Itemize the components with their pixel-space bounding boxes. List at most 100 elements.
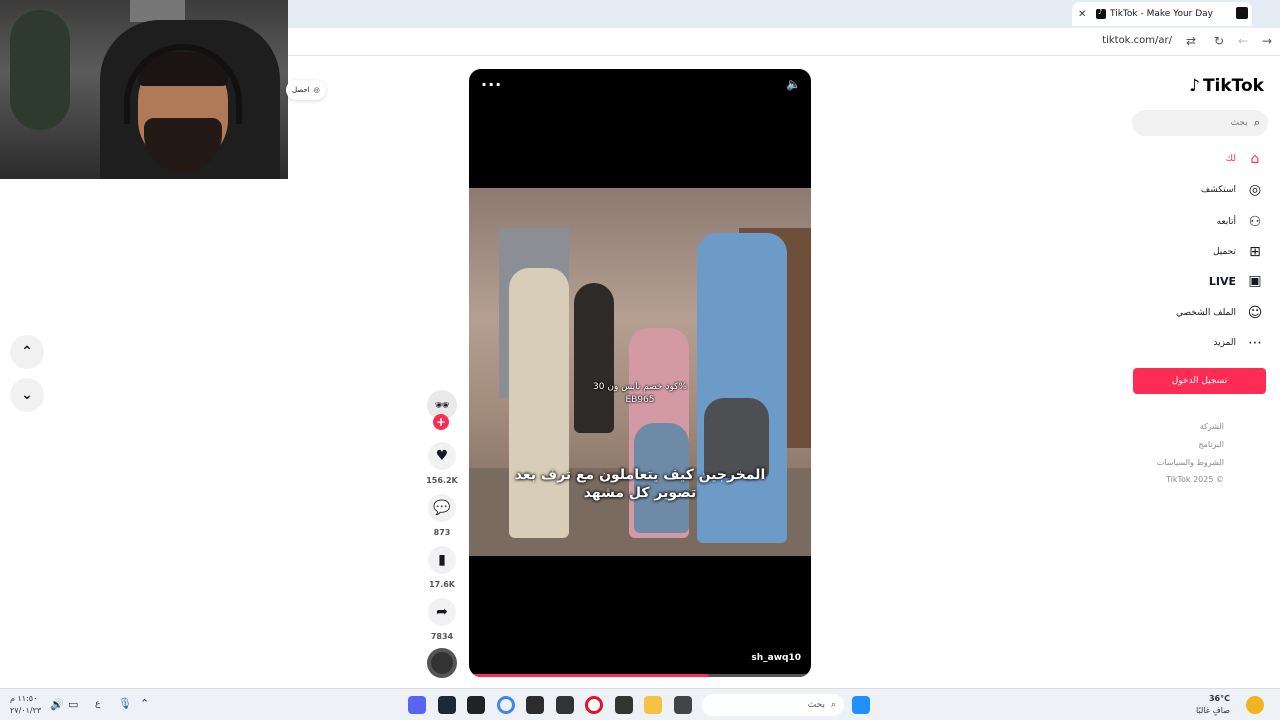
reload-icon[interactable]: ↻ bbox=[1214, 34, 1224, 48]
footer-terms-link[interactable]: الشروط والسياسات bbox=[1157, 458, 1224, 467]
sidebar-item-more[interactable]: ⋯ المزيد bbox=[1134, 332, 1264, 354]
more-icon: ⋯ bbox=[1248, 335, 1262, 351]
capcut-icon[interactable] bbox=[556, 696, 574, 714]
background-plant bbox=[10, 10, 70, 130]
share-icon: ➦ bbox=[436, 604, 448, 620]
sidebar-item-profile[interactable]: ☺ الملف الشخصي bbox=[1134, 302, 1264, 324]
promo-code-line1: كود خصم نايس ون 30% bbox=[593, 382, 687, 392]
clock-date[interactable]: ٢٧/٠١/٢٣ bbox=[10, 706, 41, 715]
taskbar-search[interactable]: بحث ⌕ bbox=[702, 694, 844, 716]
tiktok-favicon-icon bbox=[1096, 8, 1106, 19]
tiktok-logo[interactable]: ♪ TikTok bbox=[1189, 76, 1264, 96]
sidebar-item-for-you[interactable]: ⌂ لك bbox=[1134, 148, 1264, 170]
save-button[interactable]: ▮ bbox=[428, 546, 456, 574]
footer-copyright: © TikTok 2025 bbox=[1166, 475, 1224, 484]
volume-icon[interactable]: 🔈 bbox=[786, 77, 801, 91]
like-button[interactable]: ♥ bbox=[428, 442, 456, 470]
compass-small-icon: ◎ bbox=[313, 86, 320, 94]
search-icon[interactable]: ⌕ bbox=[1254, 116, 1260, 130]
site-settings-icon[interactable]: ⇄ bbox=[1186, 34, 1196, 48]
video-player[interactable]: ··· 🔈 كود خصم نايس ون 30% EB965 المخرجين… bbox=[469, 69, 811, 677]
sidebar-item-label: تحميل bbox=[1212, 247, 1236, 257]
comment-button[interactable]: 💬 bbox=[428, 494, 456, 522]
profile-icon: ☺ bbox=[1247, 305, 1263, 321]
logo-text: TikTok bbox=[1202, 76, 1264, 96]
footer-program-link[interactable]: البرنامج bbox=[1198, 440, 1224, 449]
music-disc-icon[interactable] bbox=[427, 648, 457, 678]
comment-icon: 💬 bbox=[433, 500, 451, 516]
heart-icon: ♥ bbox=[435, 448, 449, 464]
home-icon: ⌂ bbox=[1250, 151, 1260, 167]
share-count: 7834 bbox=[430, 632, 454, 641]
bookmark-icon: ▮ bbox=[438, 552, 446, 568]
terminal-icon[interactable] bbox=[526, 696, 544, 714]
search-box[interactable]: ⌕ bbox=[1132, 110, 1268, 136]
speaker-icon[interactable]: 🔊 bbox=[50, 698, 64, 711]
following-icon: ⚇ bbox=[1248, 214, 1262, 230]
opera-icon[interactable] bbox=[585, 696, 603, 714]
tab-close-button[interactable]: ✕ bbox=[1078, 9, 1090, 20]
sidebar-item-label: استكشف bbox=[1200, 185, 1236, 195]
tray-chevron-icon[interactable]: ⌃ bbox=[140, 697, 149, 710]
discord-icon[interactable] bbox=[408, 696, 426, 714]
url-field[interactable]: tiktok.com/ar/ bbox=[1102, 35, 1172, 46]
search-icon: ⌕ bbox=[830, 700, 836, 710]
background-frame bbox=[130, 0, 185, 22]
save-count: 17.6K bbox=[429, 580, 455, 589]
sidebar-item-label: المزيد bbox=[1213, 338, 1236, 348]
taskbar: ١١:٥٠ م ٢٧/٠١/٢٣ 🔊 ▭ ع 🎙 ⌃ بحث ⌕ 36°C صا… bbox=[0, 688, 1280, 720]
sidebar-item-upload[interactable]: ⊞ تحميل bbox=[1134, 241, 1264, 263]
weather-sun-icon[interactable] bbox=[1246, 696, 1264, 714]
video-author[interactable]: sh_awq10 bbox=[751, 653, 801, 663]
weather-temp[interactable]: 36°C bbox=[1209, 694, 1230, 703]
taskbar-search-label: بحث bbox=[807, 700, 825, 710]
microphone-icon[interactable]: 🎙 bbox=[118, 697, 132, 710]
weather-desc[interactable]: صافٍ غالبًا bbox=[1196, 706, 1230, 715]
file-explorer-icon[interactable] bbox=[644, 696, 662, 714]
next-video-button[interactable]: ⌄ bbox=[10, 378, 44, 412]
browser-tab[interactable]: ✕ TikTok - Make Your Day bbox=[1072, 2, 1252, 26]
language-indicator[interactable]: ع bbox=[95, 699, 100, 709]
comment-count: 873 bbox=[433, 528, 451, 537]
video-frame: كود خصم نايس ون 30% EB965 المخرجين كيف ي… bbox=[469, 188, 811, 556]
follow-button[interactable]: + bbox=[433, 414, 449, 430]
video-caption-line2: تصوير كل مشهد bbox=[583, 485, 697, 501]
sidebar-item-following[interactable]: ⚇ أتابعه bbox=[1134, 211, 1264, 233]
share-button[interactable]: ➦ bbox=[428, 598, 456, 626]
obs-icon[interactable] bbox=[467, 696, 485, 714]
upload-icon: ⊞ bbox=[1249, 244, 1261, 260]
chip-label: احصل bbox=[292, 86, 310, 94]
sidebar-item-explore[interactable]: ◎ استكشف bbox=[1134, 179, 1264, 201]
sidebar-item-live[interactable]: ▣ LIVE bbox=[1134, 270, 1264, 292]
steam-icon[interactable] bbox=[438, 696, 456, 714]
network-icon[interactable]: ▭ bbox=[68, 698, 78, 711]
webcam-overlay bbox=[0, 0, 288, 179]
search-input[interactable] bbox=[1147, 118, 1248, 128]
footer-company-link[interactable]: الشركة bbox=[1200, 422, 1224, 431]
compass-icon: ◎ bbox=[1248, 182, 1262, 198]
back-icon[interactable]: ← bbox=[1238, 34, 1248, 48]
sidebar-item-label: الملف الشخصي bbox=[1176, 308, 1236, 318]
live-icon: ▣ bbox=[1248, 273, 1262, 289]
chevron-down-icon: ⌄ bbox=[21, 387, 33, 403]
get-app-chip[interactable]: احصل ◎ bbox=[286, 80, 326, 100]
like-count: 156.2K bbox=[426, 476, 458, 485]
chrome-icon[interactable] bbox=[497, 696, 515, 714]
video-progress-bar[interactable] bbox=[469, 674, 811, 677]
sidebar-item-label: أتابعه bbox=[1216, 217, 1236, 227]
previous-video-button[interactable]: ⌃ bbox=[10, 335, 44, 369]
sidebar: ♪ TikTok ⌕ ⌂ لك ◎ استكشف ⚇ أتابعه ⊞ تحمي… bbox=[1120, 56, 1280, 688]
video-progress-fill bbox=[469, 674, 709, 677]
app-icon[interactable] bbox=[674, 696, 692, 714]
forward-icon[interactable]: → bbox=[1262, 34, 1272, 48]
tab-title: TikTok - Make Your Day bbox=[1110, 9, 1214, 19]
editor-icon[interactable] bbox=[615, 696, 633, 714]
windows-start-icon[interactable] bbox=[852, 696, 870, 714]
clock-time[interactable]: ١١:٥٠ م bbox=[10, 694, 37, 703]
tiktok-extension-icon[interactable] bbox=[1236, 7, 1248, 19]
scene-person bbox=[574, 283, 614, 433]
login-button[interactable]: تسجيل الدخول bbox=[1133, 368, 1266, 394]
sidebar-item-label: لك bbox=[1225, 154, 1236, 164]
more-options-icon[interactable]: ··· bbox=[481, 75, 502, 94]
promo-code-line2: EB965 bbox=[625, 395, 655, 405]
